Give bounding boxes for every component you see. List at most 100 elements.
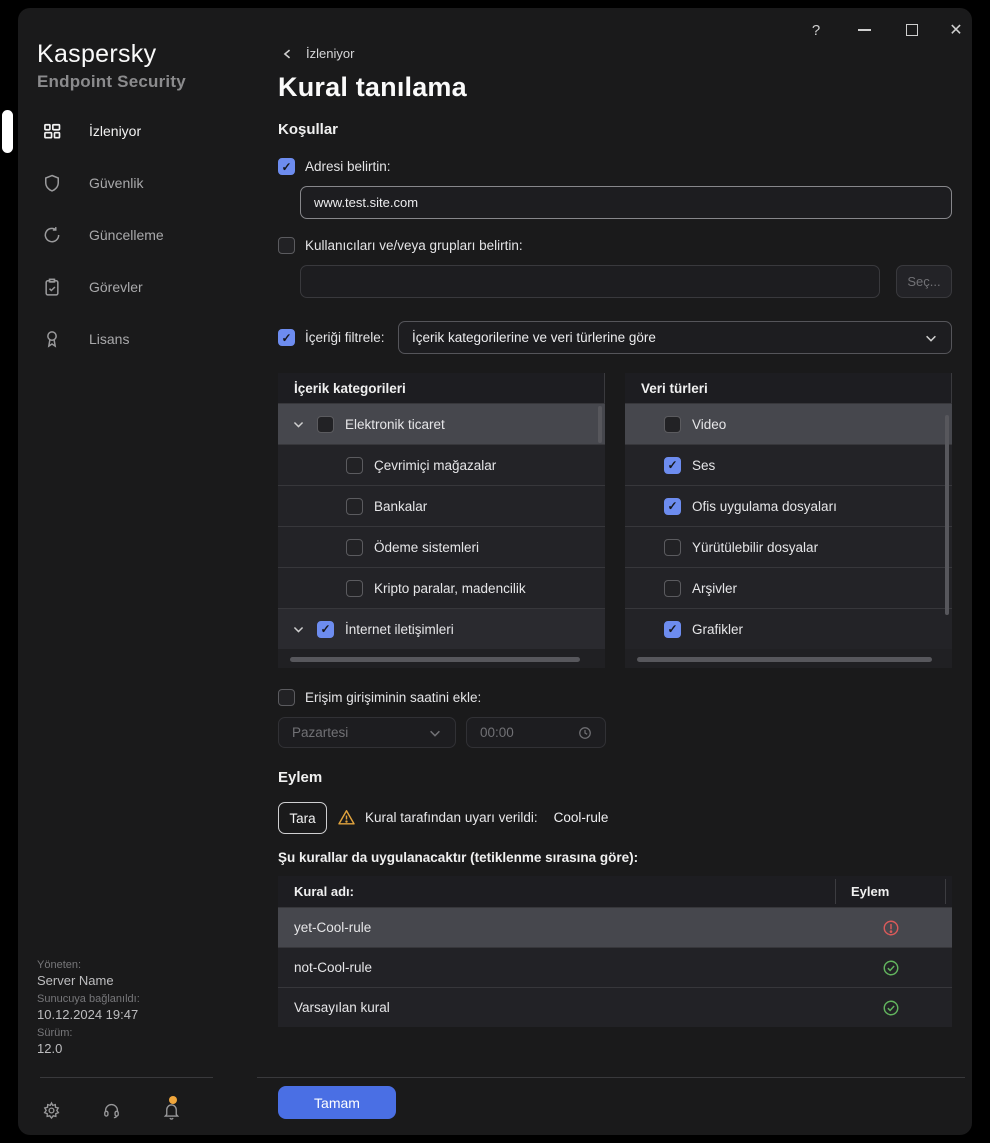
- category-checkbox[interactable]: [317, 415, 334, 433]
- divider: [40, 1077, 213, 1078]
- sidebar-item-guvenlik[interactable]: Güvenlik: [18, 161, 255, 205]
- datatype-label: Arşivler: [692, 580, 738, 596]
- sidebar-item-label: Görevler: [89, 279, 143, 295]
- category-checkbox[interactable]: [346, 538, 363, 556]
- settings-button[interactable]: [40, 1092, 62, 1128]
- address-input[interactable]: www.test.site.com: [300, 186, 952, 219]
- category-row[interactable]: İnternet iletişimleri: [278, 608, 605, 649]
- sidebar-item-label: Güncelleme: [89, 227, 164, 243]
- managed-by-label: Yöneten:: [37, 959, 82, 971]
- time-checkbox[interactable]: [278, 689, 295, 706]
- category-row[interactable]: Ödeme sistemleri: [278, 526, 605, 567]
- category-label: Çevrimiçi mağazalar: [374, 457, 497, 473]
- datatype-row[interactable]: Video: [625, 403, 952, 444]
- filter-label: İçeriği filtrele:: [305, 330, 385, 345]
- version-value: 12.0: [37, 1041, 63, 1056]
- brand-logo: Kaspersky Endpoint Security: [37, 40, 186, 92]
- category-checkbox[interactable]: [346, 579, 363, 597]
- horizontal-scrollbar[interactable]: [278, 651, 605, 668]
- vertical-scrollbar[interactable]: [598, 406, 602, 443]
- column-rule-name[interactable]: Kural adı:: [278, 884, 835, 899]
- sidebar-item-guncelleme[interactable]: Güncelleme: [18, 213, 255, 257]
- rule-name: Varsayılan kural: [294, 1000, 390, 1015]
- filter-mode-value: İçerik kategorilerine ve veri türlerine …: [412, 330, 656, 345]
- address-value: www.test.site.com: [314, 195, 419, 210]
- chevron-down-icon[interactable]: [292, 623, 305, 636]
- address-checkbox[interactable]: [278, 158, 295, 175]
- content-categories-panel: İçerik kategorileri Elektronik ticaret Ç…: [278, 373, 605, 668]
- datatype-checkbox[interactable]: [664, 579, 681, 597]
- rule-warning: Kural tarafından uyarı verildi: Cool-rul…: [337, 808, 608, 827]
- datatype-checkbox[interactable]: [664, 497, 681, 515]
- category-row[interactable]: Elektronik ticaret: [278, 403, 605, 444]
- datatype-row[interactable]: Ses: [625, 444, 952, 485]
- horizontal-scrollbar[interactable]: [625, 651, 952, 668]
- chevron-left-icon: [283, 49, 291, 58]
- users-input[interactable]: [300, 265, 880, 298]
- datatype-row[interactable]: Grafikler: [625, 608, 952, 649]
- category-row[interactable]: Kripto paralar, madencilik: [278, 567, 605, 608]
- warning-icon: [338, 810, 355, 825]
- help-button[interactable]: ?: [804, 18, 828, 42]
- license-icon: [42, 329, 62, 349]
- datatype-checkbox[interactable]: [664, 620, 681, 638]
- table-row[interactable]: not-Cool-rule: [278, 947, 952, 987]
- datatype-checkbox[interactable]: [664, 415, 681, 433]
- category-row[interactable]: Çevrimiçi mağazalar: [278, 444, 605, 485]
- datatype-checkbox[interactable]: [664, 456, 681, 474]
- datatype-row[interactable]: Arşivler: [625, 567, 952, 608]
- action-heading: Eylem: [278, 769, 323, 786]
- filter-mode-dropdown[interactable]: İçerik kategorilerine ve veri türlerine …: [398, 321, 952, 354]
- sidebar-item-gorevler[interactable]: Görevler: [18, 265, 255, 309]
- table-row[interactable]: yet-Cool-rule: [278, 907, 952, 947]
- sidebar-item-izleniyor[interactable]: İzleniyor: [2, 109, 255, 153]
- select-users-button[interactable]: Seç...: [896, 265, 952, 298]
- datatype-label: Yürütülebilir dosyalar: [692, 539, 819, 555]
- ok-button[interactable]: Tamam: [278, 1086, 396, 1119]
- footer-icons: [40, 1092, 220, 1128]
- app-window: ? ✕ Kaspersky Endpoint Security İzleniyo…: [2, 8, 972, 1135]
- sidebar-item-label: Güvenlik: [89, 175, 144, 191]
- filter-checkbox-row[interactable]: İçeriği filtrele:: [278, 329, 385, 346]
- close-button[interactable]: ✕: [944, 18, 968, 42]
- chevron-down-icon[interactable]: [292, 418, 305, 431]
- category-label: Kripto paralar, madencilik: [374, 580, 526, 596]
- time-input[interactable]: 00:00: [466, 717, 606, 748]
- day-dropdown[interactable]: Pazartesi: [278, 717, 456, 748]
- breadcrumb-back[interactable]: İzleniyor: [281, 46, 354, 61]
- clock-icon: [579, 726, 591, 739]
- category-row[interactable]: Bankalar: [278, 485, 605, 526]
- time-checkbox-row[interactable]: Erişim girişiminin saatini ekle:: [278, 689, 481, 706]
- minimize-button[interactable]: [852, 18, 876, 42]
- category-checkbox[interactable]: [317, 620, 334, 638]
- datatype-row[interactable]: Ofis uygulama dosyaları: [625, 485, 952, 526]
- server-name: Server Name: [37, 973, 114, 988]
- category-checkbox[interactable]: [346, 497, 363, 515]
- category-checkbox[interactable]: [346, 456, 363, 474]
- warning-text: Kural tarafından uyarı verildi:: [365, 810, 538, 825]
- datatype-row[interactable]: Yürütülebilir dosyalar: [625, 526, 952, 567]
- select-users-label: Seç...: [907, 274, 941, 289]
- datatype-label: Grafikler: [692, 621, 744, 637]
- sidebar-nav: İzleniyor Güvenlik Güncelleme Görevler L…: [2, 109, 255, 369]
- filter-checkbox[interactable]: [278, 329, 295, 346]
- sidebar-item-label: Lisans: [89, 331, 130, 347]
- datatype-label: Video: [692, 416, 727, 432]
- scan-button[interactable]: Tara: [278, 802, 327, 834]
- datatype-checkbox[interactable]: [664, 538, 681, 556]
- address-checkbox-row[interactable]: Adresi belirtin:: [278, 158, 391, 175]
- vertical-scrollbar[interactable]: [945, 415, 949, 615]
- table-row[interactable]: Varsayılan kural: [278, 987, 952, 1027]
- users-checkbox[interactable]: [278, 237, 295, 254]
- rule-name: not-Cool-rule: [294, 960, 373, 975]
- notifications-button[interactable]: [160, 1092, 182, 1128]
- rules-caption: Şu kurallar da uygulanacaktır (tetiklenm…: [278, 850, 639, 865]
- ok-status-icon: [883, 960, 899, 975]
- maximize-button[interactable]: [900, 18, 924, 42]
- categories-panel-title: İçerik kategorileri: [278, 373, 605, 403]
- rules-table-header: Kural adı: Eylem: [278, 876, 952, 907]
- column-action[interactable]: Eylem: [835, 884, 889, 899]
- users-checkbox-row[interactable]: Kullanıcıları ve/veya grupları belirtin:: [278, 237, 523, 254]
- sidebar-item-lisans[interactable]: Lisans: [18, 317, 255, 361]
- support-button[interactable]: [100, 1092, 122, 1128]
